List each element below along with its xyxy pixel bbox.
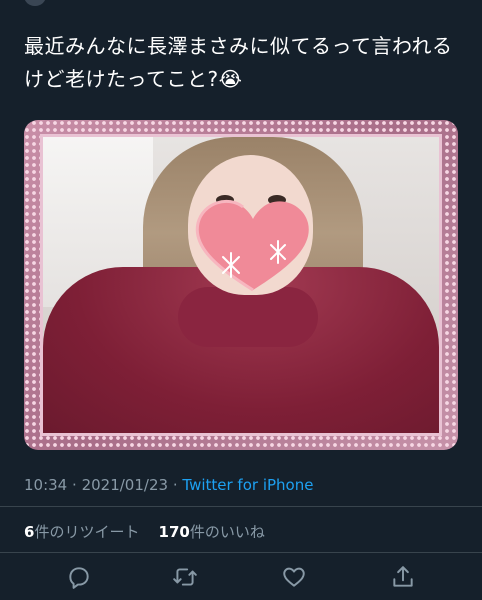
share-icon[interactable] xyxy=(390,564,416,590)
heart-sticker-icon xyxy=(195,199,309,292)
tweet-photo[interactable] xyxy=(24,120,458,450)
tweet-date: 2021/01/23 xyxy=(81,476,169,494)
tweet-source-link[interactable]: Twitter for iPhone xyxy=(182,476,313,494)
retweets-count: 6 xyxy=(24,523,35,541)
meta-separator: · xyxy=(72,476,77,494)
retweets-stat[interactable]: 6件のリツイート xyxy=(24,523,139,541)
tweet-time: 10:34 xyxy=(24,476,68,494)
divider-bottom xyxy=(0,552,482,553)
tweet-meta: 10:34 · 2021/01/23 · Twitter for iPhone xyxy=(24,476,313,494)
divider-top xyxy=(0,506,482,507)
reply-icon[interactable] xyxy=(66,564,92,590)
action-bar xyxy=(0,556,482,600)
likes-stat[interactable]: 170件のいいね xyxy=(159,523,265,541)
likes-label: 件のいいね xyxy=(189,523,265,541)
retweets-label: 件のリツイート xyxy=(34,523,140,541)
tweet-text: 最近みんなに長澤まさみに似てるって言われるけど老けたってこと?😭 xyxy=(24,34,453,91)
like-icon[interactable] xyxy=(281,564,307,590)
tweet-stats: 6件のリツイート 170件のいいね xyxy=(24,521,265,542)
photo-image xyxy=(43,137,439,433)
retweet-icon[interactable] xyxy=(172,564,198,590)
meta-separator-2: · xyxy=(172,476,178,494)
photo-frame xyxy=(40,134,442,436)
avatar[interactable] xyxy=(24,0,46,6)
likes-count: 170 xyxy=(158,523,190,541)
